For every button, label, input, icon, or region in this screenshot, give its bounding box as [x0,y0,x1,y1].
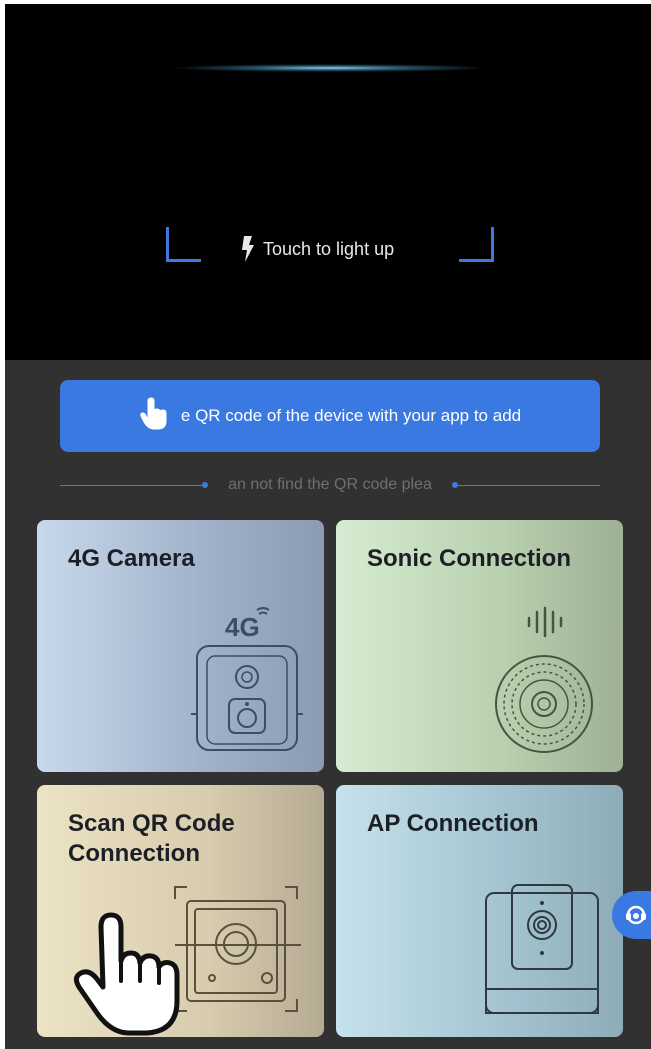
card-ap-connection[interactable]: AP Connection [336,785,623,1037]
divider-line [60,485,202,486]
scan-instruction: e QR code of the device with your app to… [180,406,522,425]
4g-badge: 4G [225,612,260,642]
divider-dot [202,482,208,488]
app-screen: Touch to light up e QR code of the devic… [5,4,651,1049]
flash-icon [241,236,255,262]
hint-text: an not find the QR code plea [228,476,432,493]
hand-pointer-icon [73,912,180,1036]
card-title: Sonic Connection [367,545,571,572]
connection-panel: e QR code of the device with your app to… [5,360,651,1049]
customer-service-icon [626,905,646,925]
qr-scanner-view[interactable]: Touch to light up [5,4,651,360]
4g-camera-illustration: 4G [191,607,303,751]
card-sonic-connection[interactable]: Sonic Connection [336,520,623,772]
divider-line [458,485,600,486]
card-title: AP Connection [367,810,539,837]
torch-toggle[interactable]: Touch to light up [241,236,394,262]
scan-frame-corner-bottom-right [459,227,494,262]
scan-qr-button[interactable]: e QR code of the device with your app to… [60,380,600,452]
card-scan-qr-connection[interactable]: Scan QR Code Connection [37,785,324,1037]
torch-label: Touch to light up [263,238,395,259]
ap-camera-illustration [485,884,599,1014]
card-title: Scan QR Code Connection [68,810,235,867]
not-found-hint[interactable]: an not find the QR code plea [60,475,600,495]
scan-line [175,64,485,72]
pointing-hand-icon [139,396,169,436]
sonic-camera-illustration [495,606,593,753]
qr-scan-illustration [73,886,301,1036]
card-4g-camera[interactable]: 4G Camera 4G [37,520,324,772]
card-title: 4G Camera [68,545,195,572]
scan-frame-corner-bottom-left [166,227,201,262]
